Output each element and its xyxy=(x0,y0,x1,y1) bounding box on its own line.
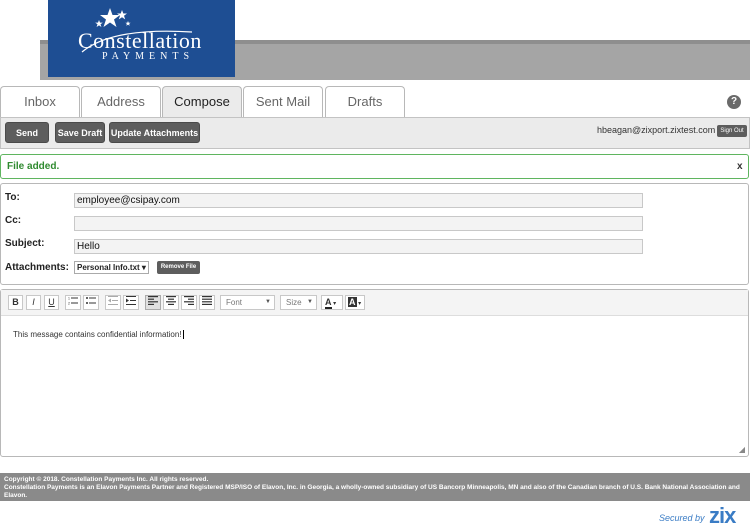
chevron-down-icon: ▼ xyxy=(307,299,313,305)
subject-label: Subject: xyxy=(5,238,45,249)
brand-subtitle: PAYMENTS xyxy=(102,51,195,62)
svg-text:2: 2 xyxy=(68,302,70,306)
brand-logo: Constellation PAYMENTS xyxy=(48,0,235,77)
user-email: hbeagan@zixport.zixtest.com xyxy=(597,125,716,135)
disclaimer-text: Constellation Payments is an Elavon Paym… xyxy=(4,484,740,499)
bold-button[interactable]: B xyxy=(8,295,23,310)
tab-drafts[interactable]: Drafts xyxy=(325,86,405,118)
size-select-value: Size xyxy=(286,298,302,307)
update-attachments-button[interactable]: Update Attachments xyxy=(109,122,200,143)
remove-file-button[interactable]: Remove File xyxy=(157,261,200,274)
caret-icon: ▾ xyxy=(331,301,337,307)
sign-out-button[interactable]: Sign Out xyxy=(717,125,747,137)
editor-toolbar: B I U 12 Font ▼ Size ▼ A ▾ A ▾ xyxy=(1,290,748,316)
font-select-value: Font xyxy=(226,298,243,307)
save-draft-button[interactable]: Save Draft xyxy=(55,122,105,143)
background-color-button[interactable]: A ▾ xyxy=(345,295,365,310)
attachment-selected-value: Personal Info.txt xyxy=(77,263,140,272)
tab-sent-mail[interactable]: Sent Mail xyxy=(243,86,323,118)
tab-compose[interactable]: Compose xyxy=(162,86,242,118)
notice-close-button[interactable]: x xyxy=(737,161,743,172)
italic-button[interactable]: I xyxy=(26,295,41,310)
text-cursor xyxy=(182,330,184,339)
message-body[interactable]: This message contains confidential infor… xyxy=(13,330,184,339)
align-center-icon[interactable] xyxy=(163,295,179,310)
dropdown-caret-icon: ▾ xyxy=(141,263,146,272)
indent-icon[interactable] xyxy=(123,295,139,310)
main-tabs: Inbox Address Compose Sent Mail Drafts xyxy=(0,86,750,118)
help-icon[interactable]: ? xyxy=(727,95,741,109)
attachment-select[interactable]: Personal Info.txt ▾ xyxy=(74,261,149,274)
resize-grip-icon[interactable]: ◢ xyxy=(739,445,745,454)
zix-logo: zix xyxy=(709,503,736,528)
copyright-text: Copyright © 2018. Constellation Payments… xyxy=(4,476,209,483)
subject-input[interactable]: Hello xyxy=(74,239,643,254)
ordered-list-icon[interactable]: 12 xyxy=(65,295,81,310)
unordered-list-icon[interactable] xyxy=(83,295,99,310)
font-select[interactable]: Font ▼ xyxy=(220,295,275,310)
to-label: To: xyxy=(5,192,20,203)
footer: Copyright © 2018. Constellation Payments… xyxy=(0,473,750,501)
file-added-notice: File added. x xyxy=(0,154,749,179)
compose-toolbar: Send Save Draft Update Attachments hbeag… xyxy=(0,117,750,149)
background-color-icon: A xyxy=(348,297,357,307)
align-left-icon[interactable] xyxy=(145,295,161,310)
message-editor: B I U 12 Font ▼ Size ▼ A ▾ A ▾ This mess… xyxy=(0,289,749,457)
secured-by-text: Secured by xyxy=(659,513,705,523)
outdent-icon[interactable] xyxy=(105,295,121,310)
svg-text:1: 1 xyxy=(68,297,70,301)
justify-icon[interactable] xyxy=(199,295,215,310)
align-right-icon[interactable] xyxy=(181,295,197,310)
font-color-button[interactable]: A ▾ xyxy=(321,295,343,310)
tab-inbox[interactable]: Inbox xyxy=(0,86,80,118)
underline-button[interactable]: U xyxy=(44,295,59,310)
size-select[interactable]: Size ▼ xyxy=(280,295,317,310)
cc-input[interactable] xyxy=(74,216,643,231)
compose-form: To: employee@csipay.com Cc: Subject: Hel… xyxy=(0,183,749,285)
caret-icon: ▾ xyxy=(356,301,362,307)
send-button[interactable]: Send xyxy=(5,122,49,143)
to-input[interactable]: employee@csipay.com xyxy=(74,193,643,208)
cc-label: Cc: xyxy=(5,215,22,226)
message-body-text: This message contains confidential infor… xyxy=(13,330,182,339)
chevron-down-icon: ▼ xyxy=(265,299,271,305)
attachments-label: Attachments: xyxy=(5,262,69,273)
notice-text: File added. xyxy=(7,161,60,172)
tab-address[interactable]: Address xyxy=(81,86,161,118)
